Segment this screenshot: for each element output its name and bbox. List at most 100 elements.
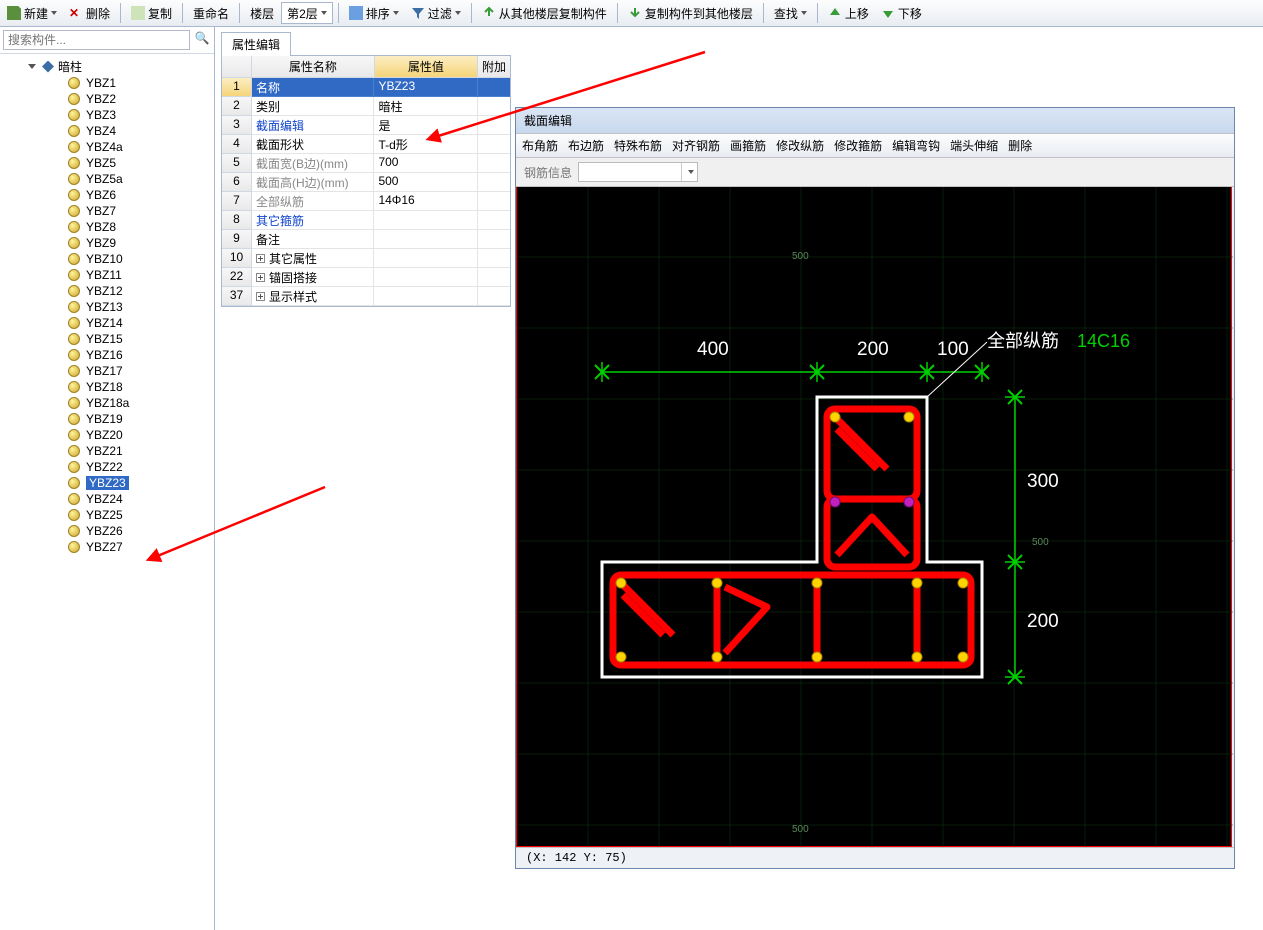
attr-row-37[interactable]: 37显示样式 — [222, 287, 510, 306]
attr-add[interactable] — [478, 211, 510, 230]
tree-item-ybz3[interactable]: YBZ3 — [28, 107, 214, 123]
expand-icon[interactable] — [256, 292, 265, 301]
tree-root[interactable]: 暗柱 — [28, 58, 214, 75]
tree-item-ybz13[interactable]: YBZ13 — [28, 299, 214, 315]
rebar-info-combo[interactable] — [578, 162, 698, 182]
attr-value[interactable] — [374, 268, 478, 287]
tree-item-ybz19[interactable]: YBZ19 — [28, 411, 214, 427]
section-tool[interactable]: 删除 — [1008, 137, 1032, 154]
tree-item-ybz21[interactable]: YBZ21 — [28, 443, 214, 459]
floor-select[interactable]: 第2层 — [281, 2, 333, 24]
section-tool[interactable]: 特殊布筋 — [614, 137, 662, 154]
move-down-button[interactable]: 下移 — [876, 2, 927, 24]
attr-row-8[interactable]: 8其它箍筋 — [222, 211, 510, 230]
tree-item-ybz10[interactable]: YBZ10 — [28, 251, 214, 267]
section-tool[interactable]: 修改箍筋 — [834, 137, 882, 154]
tree-item-ybz26[interactable]: YBZ26 — [28, 523, 214, 539]
section-canvas[interactable]: 500 500 500 — [516, 187, 1232, 847]
copy-to-other-button[interactable]: 复制构件到其他楼层 — [623, 2, 758, 24]
tab-attr-edit[interactable]: 属性编辑 — [221, 32, 291, 56]
attr-add[interactable] — [478, 249, 510, 268]
rename-button[interactable]: 重命名 — [188, 2, 234, 24]
tree-item-ybz14[interactable]: YBZ14 — [28, 315, 214, 331]
attr-row-9[interactable]: 9备注 — [222, 230, 510, 249]
attr-add[interactable] — [478, 173, 510, 192]
tree-item-ybz12[interactable]: YBZ12 — [28, 283, 214, 299]
attr-row-10[interactable]: 10其它属性 — [222, 249, 510, 268]
section-tool[interactable]: 画箍筋 — [730, 137, 766, 154]
expand-icon[interactable] — [256, 254, 265, 263]
tree-item-ybz27[interactable]: YBZ27 — [28, 539, 214, 555]
tree-item-ybz2[interactable]: YBZ2 — [28, 91, 214, 107]
attr-row-6[interactable]: 6截面高(H边)(mm)500 — [222, 173, 510, 192]
attr-row-22[interactable]: 22锚固搭接 — [222, 268, 510, 287]
tree-item-ybz17[interactable]: YBZ17 — [28, 363, 214, 379]
attr-add[interactable] — [478, 192, 510, 211]
tree-item-ybz9[interactable]: YBZ9 — [28, 235, 214, 251]
tree-item-ybz4a[interactable]: YBZ4a — [28, 139, 214, 155]
tree-item-ybz24[interactable]: YBZ24 — [28, 491, 214, 507]
attr-value[interactable] — [374, 211, 478, 230]
attr-value[interactable]: 是 — [374, 116, 478, 135]
attr-value[interactable]: 14Φ16 — [374, 192, 478, 211]
tree-item-label: YBZ21 — [86, 444, 123, 458]
find-button[interactable]: 查找 — [769, 2, 812, 24]
attr-add[interactable] — [478, 135, 510, 154]
tree-item-ybz5[interactable]: YBZ5 — [28, 155, 214, 171]
tree-item-ybz1[interactable]: YBZ1 — [28, 75, 214, 91]
move-up-button[interactable]: 上移 — [823, 2, 874, 24]
attr-row-5[interactable]: 5截面宽(B边)(mm)700 — [222, 154, 510, 173]
copy-from-other-button[interactable]: 从其他楼层复制构件 — [477, 2, 612, 24]
attr-value[interactable]: 500 — [374, 173, 478, 192]
delete-button[interactable]: ✕删除 — [64, 2, 115, 24]
tree-item-ybz11[interactable]: YBZ11 — [28, 267, 214, 283]
search-input[interactable] — [3, 30, 190, 50]
tree-item-ybz15[interactable]: YBZ15 — [28, 331, 214, 347]
attr-add[interactable] — [478, 78, 510, 97]
attr-add[interactable] — [478, 230, 510, 249]
section-tool[interactable]: 编辑弯钩 — [892, 137, 940, 154]
filter-button[interactable]: 过滤 — [406, 2, 466, 24]
section-tool[interactable]: 布边筋 — [568, 137, 604, 154]
tree-item-ybz23[interactable]: YBZ23 — [28, 475, 214, 491]
tree-item-ybz20[interactable]: YBZ20 — [28, 427, 214, 443]
sort-button[interactable]: 排序 — [344, 2, 404, 24]
attr-value[interactable]: 暗柱 — [374, 97, 478, 116]
attr-value[interactable] — [374, 230, 478, 249]
attr-row-1[interactable]: 1名称YBZ23 — [222, 78, 510, 97]
attr-row-4[interactable]: 4截面形状T-d形 — [222, 135, 510, 154]
attr-row-7[interactable]: 7全部纵筋14Φ16 — [222, 192, 510, 211]
tree-item-ybz7[interactable]: YBZ7 — [28, 203, 214, 219]
attr-row-2[interactable]: 2类别暗柱 — [222, 97, 510, 116]
tree-item-ybz8[interactable]: YBZ8 — [28, 219, 214, 235]
attr-value[interactable] — [374, 287, 478, 306]
section-tool[interactable]: 对齐钢筋 — [672, 137, 720, 154]
search-icon[interactable]: 🔍 — [193, 31, 211, 49]
tree[interactable]: 暗柱 YBZ1YBZ2YBZ3YBZ4YBZ4aYBZ5YBZ5aYBZ6YBZ… — [0, 54, 214, 930]
attr-add[interactable] — [478, 268, 510, 287]
attr-value[interactable] — [374, 249, 478, 268]
expand-icon[interactable] — [256, 273, 265, 282]
attr-add[interactable] — [478, 97, 510, 116]
new-button[interactable]: 新建 — [2, 2, 62, 24]
attr-add[interactable] — [478, 116, 510, 135]
tree-item-ybz18[interactable]: YBZ18 — [28, 379, 214, 395]
attr-value[interactable]: 700 — [374, 154, 478, 173]
tree-item-ybz25[interactable]: YBZ25 — [28, 507, 214, 523]
section-tool[interactable]: 修改纵筋 — [776, 137, 824, 154]
attr-add[interactable] — [478, 287, 510, 306]
copy-button[interactable]: 复制 — [126, 2, 177, 24]
tree-item-ybz16[interactable]: YBZ16 — [28, 347, 214, 363]
tree-item-ybz5a[interactable]: YBZ5a — [28, 171, 214, 187]
attr-value[interactable]: T-d形 — [374, 135, 478, 154]
attr-add[interactable] — [478, 154, 510, 173]
component-icon — [68, 493, 80, 505]
section-tool[interactable]: 端头伸缩 — [950, 137, 998, 154]
tree-item-ybz6[interactable]: YBZ6 — [28, 187, 214, 203]
attr-value[interactable]: YBZ23 — [374, 78, 478, 97]
tree-item-ybz18a[interactable]: YBZ18a — [28, 395, 214, 411]
attr-row-3[interactable]: 3截面编辑是 — [222, 116, 510, 135]
tree-item-ybz22[interactable]: YBZ22 — [28, 459, 214, 475]
tree-item-ybz4[interactable]: YBZ4 — [28, 123, 214, 139]
section-tool[interactable]: 布角筋 — [522, 137, 558, 154]
